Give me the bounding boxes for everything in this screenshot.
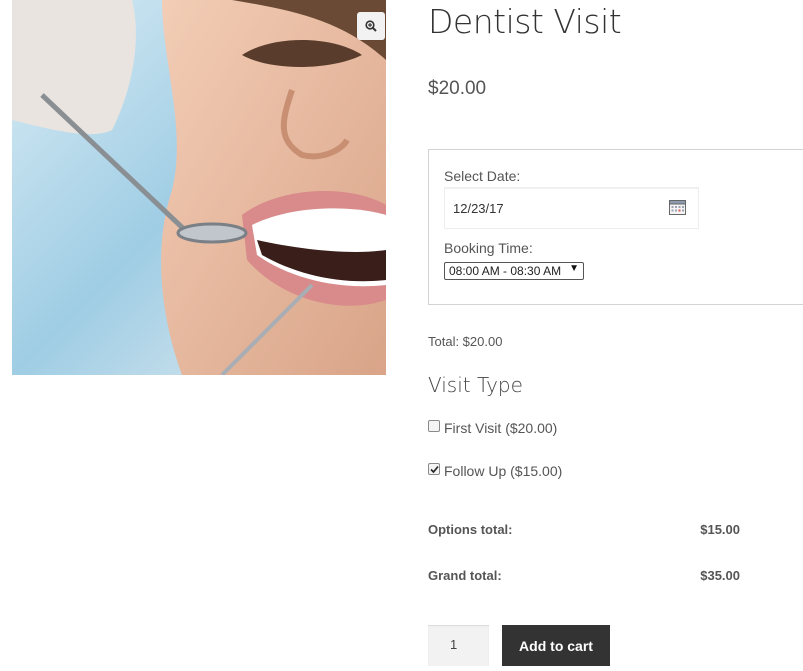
booking-time-value: 08:00 AM - 08:30 AM bbox=[449, 264, 562, 278]
date-input[interactable]: 12/23/17 bbox=[444, 187, 699, 229]
product-title: Dentist Visit bbox=[428, 2, 622, 41]
booking-time-select[interactable]: 08:00 AM - 08:30 AM ▼ bbox=[444, 262, 584, 280]
calendar-icon[interactable] bbox=[669, 199, 686, 218]
options-total-label: Options total: bbox=[428, 522, 513, 537]
follow-up-label: Follow Up ($15.00) bbox=[444, 463, 563, 479]
dental-photo bbox=[12, 0, 386, 375]
options-total-value: $15.00 bbox=[700, 522, 740, 537]
product-price: $20.00 bbox=[428, 78, 487, 99]
options-total-row: Options total: $15.00 bbox=[428, 522, 740, 537]
time-label: Booking Time: bbox=[444, 240, 533, 256]
first-visit-checkbox[interactable] bbox=[428, 420, 440, 432]
product-image[interactable] bbox=[12, 0, 386, 375]
zoom-in-icon bbox=[365, 20, 377, 32]
option-first-visit[interactable]: First Visit ($20.00) bbox=[428, 420, 557, 436]
dropdown-arrow-icon: ▼ bbox=[569, 263, 579, 274]
quantity-input[interactable]: 1 bbox=[428, 625, 489, 666]
checkmark-icon bbox=[429, 465, 439, 473]
booking-form: Select Date: 12/23/17 Booking Time: 08:0… bbox=[428, 149, 803, 305]
zoom-button[interactable] bbox=[357, 12, 385, 40]
visit-type-title: Visit Type bbox=[428, 373, 523, 397]
first-visit-label: First Visit ($20.00) bbox=[444, 420, 558, 436]
follow-up-checkbox[interactable] bbox=[428, 463, 440, 475]
total-line: Total: $20.00 bbox=[428, 334, 503, 349]
add-to-cart-button[interactable]: Add to cart bbox=[502, 625, 610, 666]
grand-total-row: Grand total: $35.00 bbox=[428, 568, 740, 583]
date-value: 12/23/17 bbox=[453, 201, 504, 216]
option-follow-up[interactable]: Follow Up ($15.00) bbox=[428, 463, 562, 479]
grand-total-label: Grand total: bbox=[428, 568, 502, 583]
date-label: Select Date: bbox=[444, 168, 521, 184]
grand-total-value: $35.00 bbox=[700, 568, 740, 583]
